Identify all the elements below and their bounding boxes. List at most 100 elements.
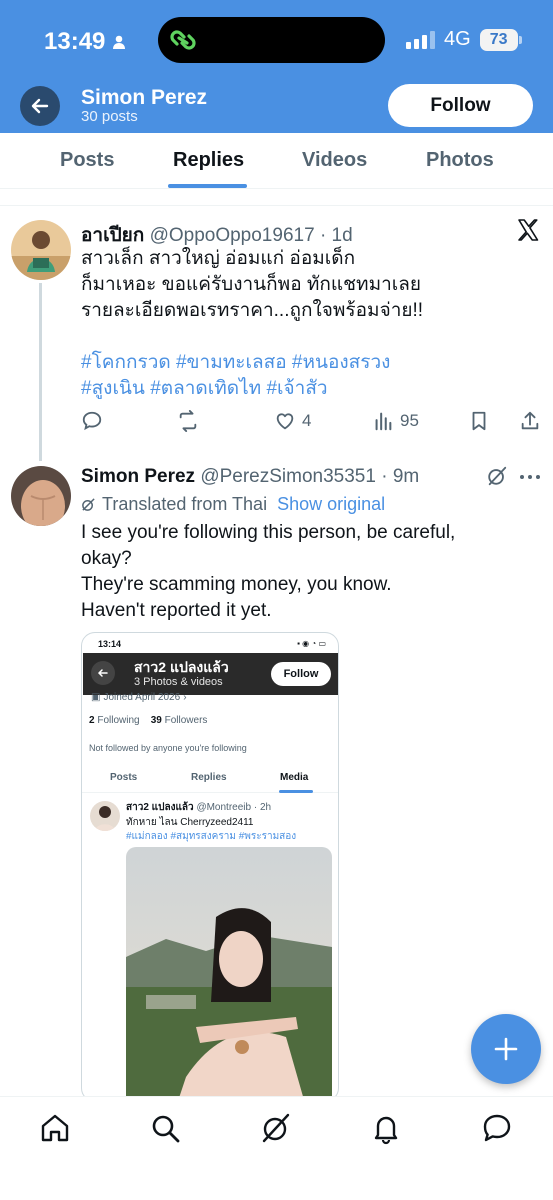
tweet-line: I see you're following this person, be c… bbox=[81, 522, 456, 543]
embed-status-time: 13:14 bbox=[98, 639, 122, 649]
grok-icon[interactable] bbox=[486, 465, 508, 487]
translation-notice: Translated from Thai Show original bbox=[81, 494, 385, 515]
embed-joined-text: Joined April 2026 bbox=[103, 692, 181, 703]
tweet-time: · 9m bbox=[381, 466, 420, 487]
compose-button[interactable] bbox=[471, 1014, 541, 1084]
grok-icon bbox=[82, 498, 95, 511]
tab-posts[interactable]: Posts bbox=[60, 149, 114, 172]
nav-search[interactable] bbox=[148, 1111, 182, 1145]
person-icon bbox=[113, 35, 126, 49]
embed-post-header: สาว2 แปลงแล้ว @Montreeib · 2h bbox=[126, 800, 271, 815]
embed-post-author: สาว2 แปลงแล้ว bbox=[126, 802, 194, 813]
dynamic-island bbox=[158, 17, 385, 63]
battery-icon: 73 bbox=[479, 28, 522, 51]
tweet-line: สาวเล็ก สาวใหญ่ อ่อมแก่ อ่อมเด็ก bbox=[81, 248, 356, 269]
embed-following-label: Following bbox=[97, 715, 140, 726]
chat-bubble-icon bbox=[483, 1114, 511, 1142]
link-icon bbox=[170, 30, 196, 50]
embed-tab-posts: Posts bbox=[110, 772, 138, 783]
avatar[interactable] bbox=[11, 220, 71, 280]
tweet-text: I see you're following this person, be c… bbox=[81, 520, 455, 624]
profile-header: 13:49 4G 73 Simon Perez 30 posts Follow bbox=[0, 0, 553, 133]
x-logo-icon bbox=[518, 219, 539, 241]
plus-icon bbox=[494, 1037, 518, 1061]
bookmark-button[interactable] bbox=[468, 410, 490, 432]
embed-post-text: ทักหาย ไลน Cherryzeed2411 bbox=[126, 817, 254, 828]
profile-tabs: Posts Replies Videos Photos bbox=[0, 133, 553, 189]
profile-name: Simon Perez bbox=[81, 86, 208, 109]
views-button[interactable]: 95 bbox=[372, 410, 419, 432]
embed-back-icon bbox=[91, 661, 115, 685]
show-original-link[interactable]: Show original bbox=[277, 494, 385, 515]
tweet-line: รายละเอียดพอเรทราคา...ถูกใจพร้อมจ่าย!! bbox=[81, 300, 424, 321]
home-icon bbox=[41, 1114, 69, 1142]
embed-post-photo bbox=[126, 847, 332, 1101]
embed-joined-date: ▣ Joined April 2026 › bbox=[91, 692, 187, 703]
follow-button[interactable]: Follow bbox=[388, 84, 533, 127]
reply-button[interactable] bbox=[81, 410, 103, 432]
status-indicators: 4G 73 bbox=[406, 28, 522, 51]
tweet-text: สาวเล็ก สาวใหญ่ อ่อมแก่ อ่อมเด็ก ก็มาเหอ… bbox=[81, 246, 423, 324]
hashtag-line[interactable]: #สูงเนิน #ตลาดเทิดไท #เจ้าสัว bbox=[81, 376, 390, 402]
embed-followers-count: 39 bbox=[150, 715, 162, 726]
profile-post-count: 30 posts bbox=[81, 108, 138, 125]
signal-icon bbox=[406, 30, 435, 49]
tab-photos[interactable]: Photos bbox=[426, 149, 494, 172]
status-time: 13:49 bbox=[44, 28, 127, 56]
nav-notifications[interactable] bbox=[369, 1111, 403, 1145]
avatar[interactable] bbox=[11, 466, 71, 526]
author-name[interactable]: อาเปียก bbox=[81, 225, 144, 246]
embed-tab-replies: Replies bbox=[191, 772, 227, 783]
embed-tabs: Posts Replies Media bbox=[82, 763, 338, 793]
tweet-header: Simon Perez @PerezSimon35351 · 9m bbox=[81, 466, 419, 488]
tweet-line: ก็มาเหอะ ขอแค่รับงานก็พอ ทักแชทมาเลย bbox=[81, 274, 422, 295]
author-name[interactable]: Simon Perez bbox=[81, 466, 195, 487]
attached-image[interactable]: 13:14 ▪ ◉ ◔ ▭ สาว2 แปลงแล้ว 3 Photos & v… bbox=[81, 632, 339, 1102]
like-count: 4 bbox=[302, 411, 312, 430]
bookmark-icon bbox=[472, 411, 486, 431]
search-icon bbox=[152, 1115, 180, 1143]
tweet-time: · 1d bbox=[319, 225, 353, 246]
network-type: 4G bbox=[444, 28, 471, 50]
reply-icon bbox=[82, 411, 102, 431]
active-tab-indicator bbox=[168, 184, 247, 188]
tweet-line: They're scamming money, you know. bbox=[81, 574, 392, 595]
bottom-navigation bbox=[0, 1096, 553, 1200]
embed-follow-counts: 2 Following 39 Followers bbox=[89, 715, 207, 726]
embed-status-icons: ▪ ◉ ◔ ▭ bbox=[297, 639, 326, 648]
divider bbox=[0, 205, 553, 206]
nav-grok[interactable] bbox=[259, 1111, 293, 1145]
bell-icon bbox=[374, 1116, 398, 1145]
embed-not-followed: Not followed by anyone you're following bbox=[89, 743, 247, 753]
calendar-icon: ▣ bbox=[91, 692, 101, 703]
nav-home[interactable] bbox=[38, 1111, 72, 1145]
like-button[interactable]: 4 bbox=[274, 410, 311, 432]
repost-button[interactable] bbox=[177, 410, 199, 432]
more-icon[interactable] bbox=[518, 473, 542, 481]
tweet-actions: 4 95 bbox=[81, 410, 551, 438]
embed-following-count: 2 bbox=[89, 715, 95, 726]
embed-profile-sub: 3 Photos & videos bbox=[134, 676, 223, 688]
tab-videos[interactable]: Videos bbox=[302, 149, 367, 172]
share-icon bbox=[521, 411, 539, 430]
arrow-left-icon bbox=[31, 98, 49, 114]
repost-icon bbox=[179, 410, 197, 432]
tab-replies[interactable]: Replies bbox=[173, 149, 244, 172]
tweet-hashtags: #โคกกรวด #ขามทะเลสอ #หนองสรวง #สูงเนิน #… bbox=[81, 350, 390, 402]
analytics-icon bbox=[375, 412, 392, 431]
tweet-line: okay? bbox=[81, 548, 132, 569]
author-handle[interactable]: @PerezSimon35351 bbox=[200, 466, 376, 487]
back-button[interactable] bbox=[20, 86, 60, 126]
share-button[interactable] bbox=[519, 410, 541, 432]
author-handle[interactable]: @OppoOppo19617 bbox=[150, 225, 315, 246]
view-count: 95 bbox=[400, 411, 419, 430]
translated-label: Translated from Thai bbox=[102, 494, 268, 514]
grok-icon bbox=[262, 1113, 290, 1143]
thread-line bbox=[39, 283, 42, 461]
tweet-line: Haven't reported it yet. bbox=[81, 600, 272, 621]
embed-profile-header: สาว2 แปลงแล้ว 3 Photos & videos Follow bbox=[83, 653, 338, 695]
nav-messages[interactable] bbox=[480, 1111, 514, 1145]
chevron-right-icon: › bbox=[183, 692, 187, 703]
embed-follow-button: Follow bbox=[271, 662, 331, 686]
hashtag-line[interactable]: #โคกกรวด #ขามทะเลสอ #หนองสรวง bbox=[81, 350, 390, 376]
